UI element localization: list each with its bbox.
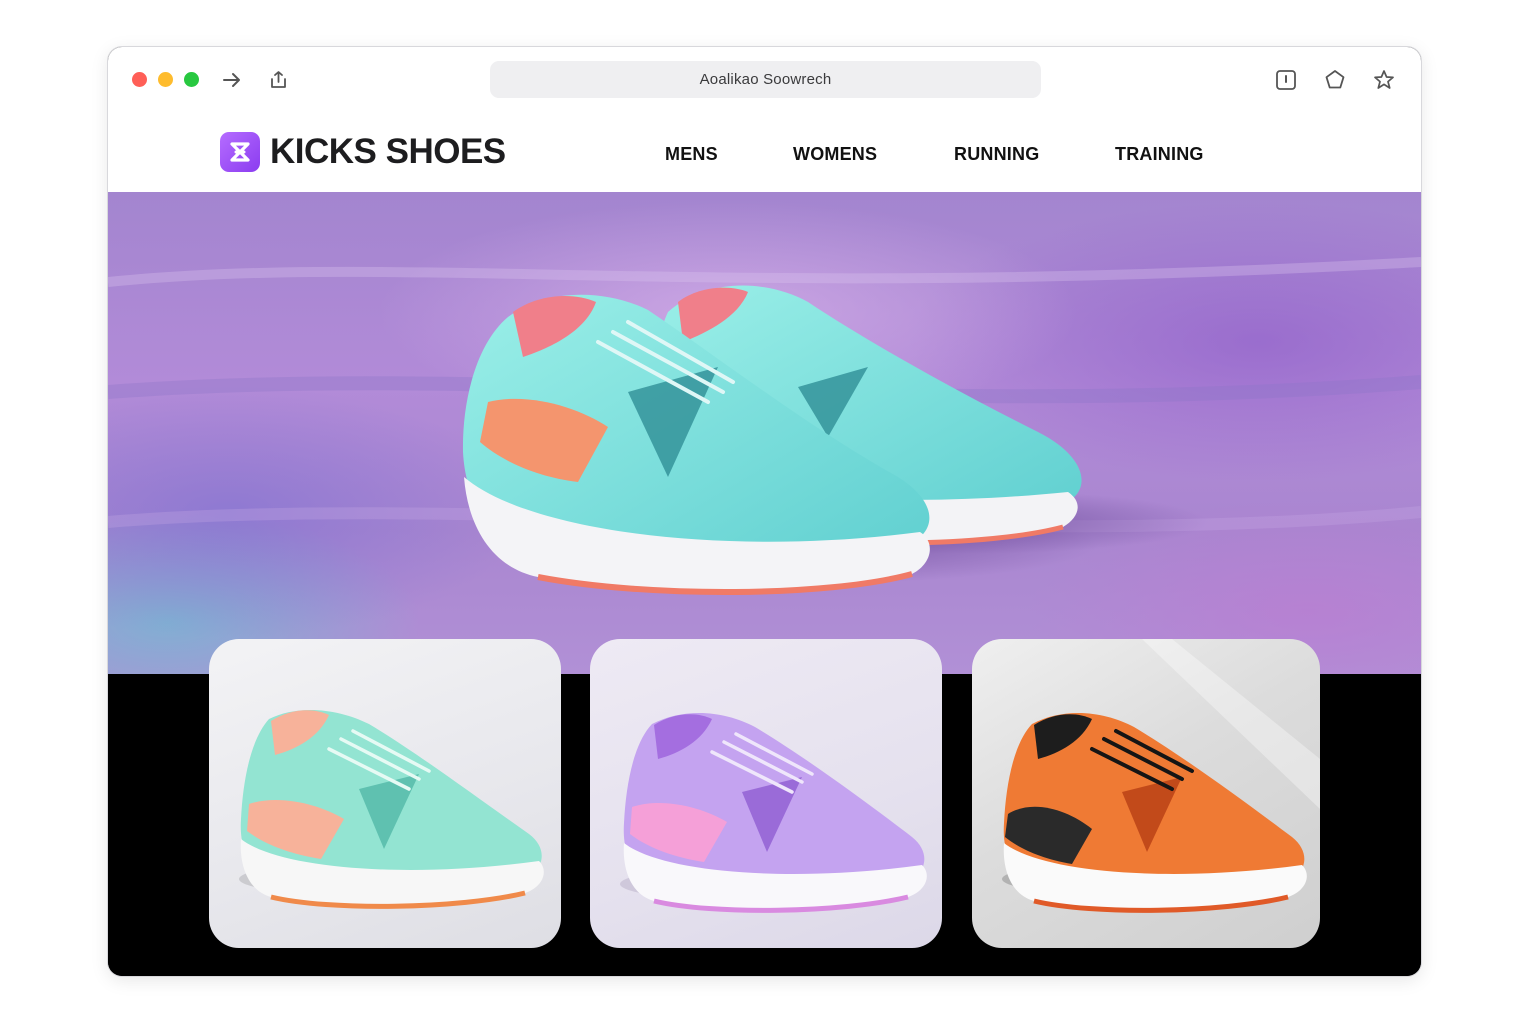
extensions-icon[interactable] <box>1321 66 1349 94</box>
address-bar[interactable]: Aoalikao Soowrech <box>490 61 1041 98</box>
brand-logo-icon <box>220 132 260 172</box>
brand-logo[interactable]: KICKS SHOES <box>220 132 506 172</box>
minimize-window-button[interactable] <box>158 72 173 87</box>
nav-running[interactable]: RUNNING <box>954 144 1039 165</box>
zoom-window-button[interactable] <box>184 72 199 87</box>
product-image-mint-shoe <box>239 709 544 909</box>
hero-banner <box>108 192 1421 674</box>
nav-womens[interactable]: WOMENS <box>793 144 877 165</box>
product-card-mint[interactable] <box>209 639 561 948</box>
star-icon[interactable] <box>1370 66 1398 94</box>
nav-training[interactable]: TRAINING <box>1115 144 1204 165</box>
nav-mens[interactable]: MENS <box>665 144 718 165</box>
product-card-lavender[interactable] <box>590 639 942 948</box>
address-text: Aoalikao Soowrech <box>699 71 832 88</box>
brand-name: KICKS SHOES <box>270 132 506 171</box>
share-icon[interactable] <box>265 66 293 94</box>
product-card-orange[interactable] <box>972 639 1320 948</box>
product-image-orange-shoe <box>1002 639 1320 913</box>
info-icon[interactable] <box>1272 66 1300 94</box>
browser-window: Aoalikao Soowrech KICKS SHOES MENS WOMEN… <box>108 47 1421 976</box>
product-image-lavender-shoe <box>620 712 927 913</box>
site-header: KICKS SHOES MENS WOMENS RUNNING TRAINING <box>108 112 1421 192</box>
hero-shoes-image <box>108 257 1421 595</box>
browser-toolbar: Aoalikao Soowrech <box>108 47 1421 113</box>
forward-arrow-icon[interactable] <box>218 66 246 94</box>
close-window-button[interactable] <box>132 72 147 87</box>
